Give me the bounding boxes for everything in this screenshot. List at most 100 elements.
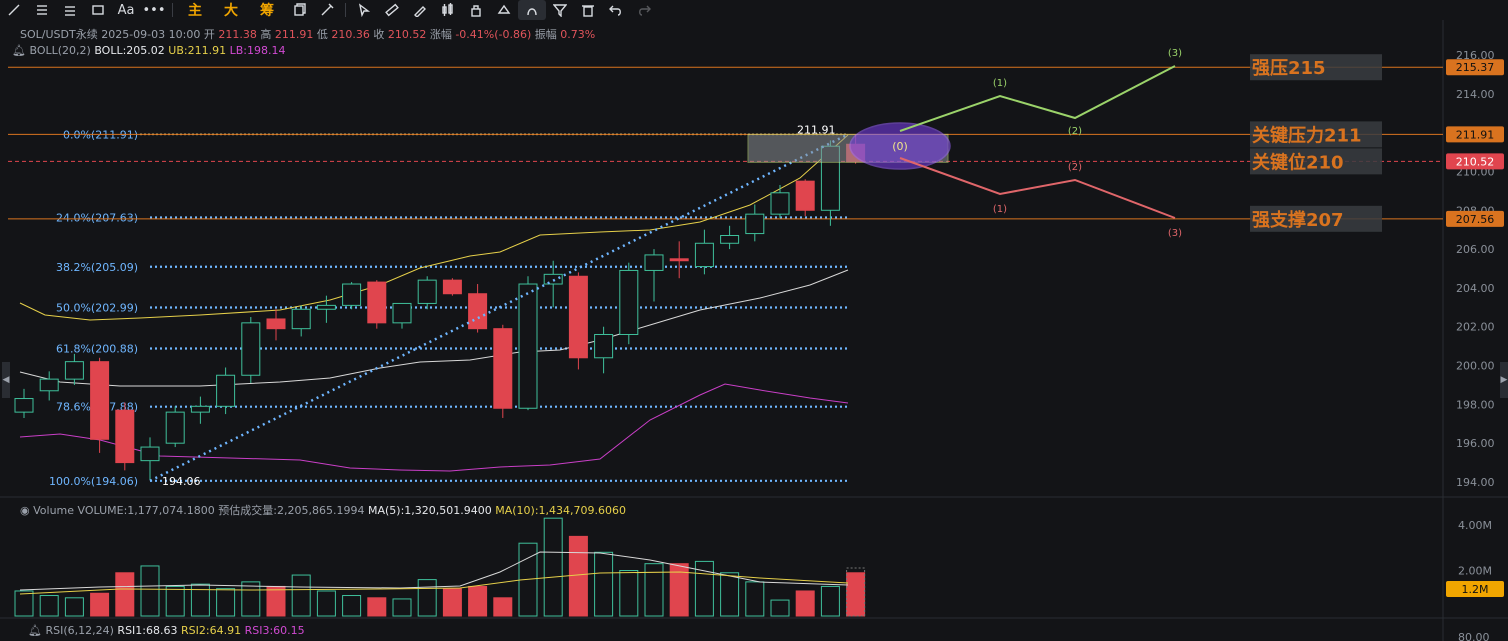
volume-bar	[342, 595, 362, 617]
price-tag-text: 215.37	[1456, 61, 1495, 74]
volume-bar	[90, 592, 110, 617]
candle-body	[669, 258, 689, 262]
bullish-wave-label: (3)	[1168, 48, 1182, 59]
volume-bar	[190, 583, 210, 617]
trend-line-icon[interactable]	[0, 0, 28, 20]
candle-body	[493, 328, 513, 409]
candle-body	[644, 254, 664, 271]
magnet-icon[interactable]	[518, 0, 546, 20]
bearish-wave-label: (2)	[1068, 162, 1082, 173]
rectangle-icon[interactable]	[84, 0, 112, 20]
candle-body	[745, 213, 765, 235]
candle-body	[115, 409, 135, 464]
select-cursor-icon[interactable]	[350, 0, 378, 20]
drawing-toolbar: Aa ••• 主 大 筹	[0, 0, 1508, 20]
volume-bar	[316, 590, 336, 617]
wave-origin-label: (0)	[892, 140, 908, 153]
candle-body	[241, 322, 261, 376]
candle-body	[190, 405, 210, 413]
candle-body	[64, 361, 84, 380]
volume-bar	[392, 598, 412, 617]
fib-level-label: 61.8%(200.88)	[56, 342, 138, 355]
candle-body	[367, 281, 387, 324]
price-tag-text: 210.52	[1456, 155, 1495, 168]
level-label-text: 关键位210	[1252, 151, 1344, 173]
volume-bar	[39, 595, 59, 617]
redo-icon[interactable]	[630, 0, 658, 20]
price-tag-text: 207.56	[1456, 213, 1495, 226]
undo-icon[interactable]	[602, 0, 630, 20]
volume-tag-text: 1.2M	[1462, 583, 1489, 596]
price-axis-label: 200.00	[1456, 360, 1495, 373]
price-tag-text: 211.91	[1456, 128, 1495, 141]
candle-body	[90, 361, 110, 440]
lock-icon[interactable]	[462, 0, 490, 20]
candle-pattern-icon[interactable]	[434, 0, 462, 20]
horizontal-lines-icon[interactable]	[28, 0, 56, 20]
price-axis-label: 198.00	[1456, 398, 1495, 411]
volume-bar	[619, 570, 639, 617]
volume-bar	[115, 572, 135, 617]
magic-edit-icon[interactable]	[313, 0, 341, 20]
filter-icon[interactable]	[546, 0, 574, 20]
main-indicator-button[interactable]: 主	[177, 0, 213, 20]
volume-bar	[644, 563, 664, 617]
candle-body	[417, 279, 437, 304]
candle-body	[720, 235, 740, 244]
price-axis-label: 202.00	[1456, 321, 1495, 334]
volume-bar	[543, 517, 563, 617]
volume-bar	[820, 585, 840, 617]
bearish-wave-label: (3)	[1168, 228, 1182, 239]
volume-bar	[417, 579, 437, 617]
parallel-channel-icon[interactable]	[56, 0, 84, 20]
candle-body	[442, 279, 462, 295]
candle-body	[165, 411, 185, 444]
volume-bar	[846, 572, 866, 617]
fib-level-label: 38.2%(205.09)	[56, 261, 138, 274]
fib-trend-line	[149, 133, 849, 482]
volume-bar	[64, 597, 84, 617]
candle-body	[770, 192, 790, 215]
candle-body	[14, 398, 34, 413]
level-label-text: 关键压力211	[1252, 124, 1362, 146]
candle-body	[543, 273, 563, 285]
volume-bar	[14, 590, 34, 617]
candle-body	[216, 374, 236, 407]
candle-body	[795, 180, 815, 211]
candle-body	[316, 304, 336, 310]
kline-chart[interactable]: 216.00214.00212.00210.00208.00206.00204.…	[0, 20, 1508, 641]
brush-icon[interactable]	[406, 0, 434, 20]
volume-bar	[493, 597, 513, 617]
fib-level-label: 100.0%(194.06)	[49, 475, 138, 488]
volume-axis-label: 2.00M	[1458, 565, 1492, 578]
chip-indicator-button[interactable]: 筹	[249, 0, 285, 20]
ruler-icon[interactable]	[378, 0, 406, 20]
text-tool-icon[interactable]: Aa	[112, 0, 140, 20]
volume-bar	[745, 581, 765, 617]
candle-body	[619, 269, 639, 335]
volume-bar	[216, 588, 236, 617]
volume-bar	[795, 590, 815, 617]
swing-low-label: 194.06	[162, 475, 201, 488]
candle-body	[39, 378, 59, 392]
big-indicator-button[interactable]: 大	[213, 0, 249, 20]
copy-icon[interactable]	[285, 0, 313, 20]
candle-body	[392, 302, 412, 324]
price-axis-label: 214.00	[1456, 88, 1495, 101]
more-icon[interactable]: •••	[140, 0, 168, 20]
candle-body	[140, 446, 160, 462]
volume-axis-label: 4.00M	[1458, 519, 1492, 532]
bullish-wave-label: (2)	[1068, 126, 1082, 137]
volume-bar	[140, 565, 160, 617]
hide-drawings-icon[interactable]	[490, 0, 518, 20]
candle-body	[694, 242, 714, 268]
trash-icon[interactable]	[574, 0, 602, 20]
bearish-wave-label: (1)	[993, 204, 1007, 215]
level-label-text: 强压215	[1252, 58, 1326, 79]
candle-body	[342, 283, 362, 306]
volume-bar	[291, 574, 311, 617]
volume-bar	[770, 599, 790, 617]
price-axis-label: 194.00	[1456, 476, 1495, 489]
volume-bar	[266, 585, 286, 617]
volume-bar	[165, 585, 185, 617]
